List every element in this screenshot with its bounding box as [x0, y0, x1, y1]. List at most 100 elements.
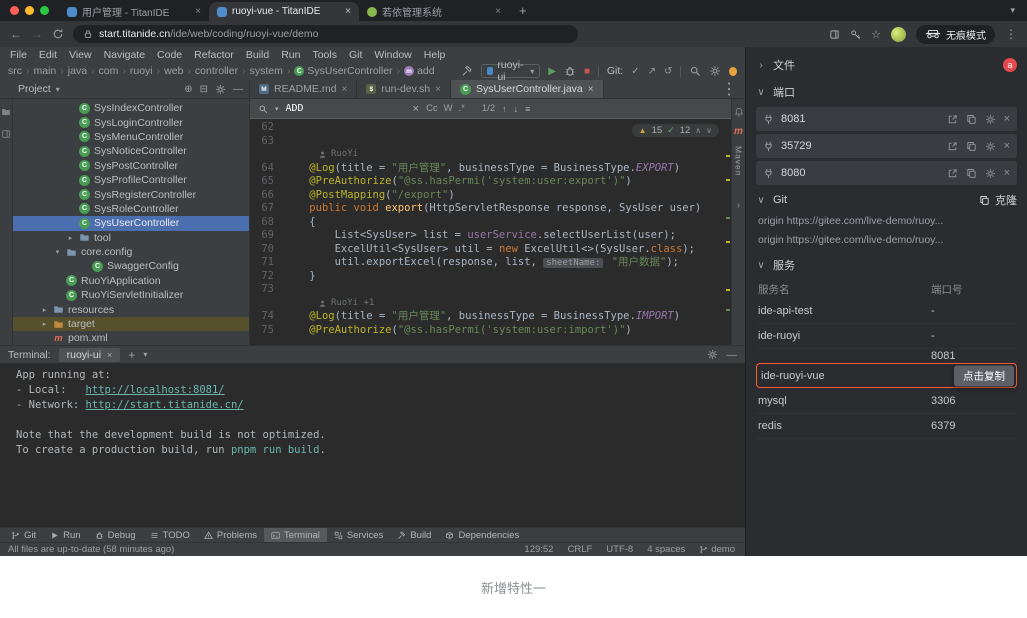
port-settings-icon[interactable]	[985, 168, 996, 179]
maven-tool-label[interactable]: Maven	[734, 146, 744, 177]
project-tree-item[interactable]: CRuoYiApplication	[13, 274, 249, 288]
close-tab-icon[interactable]: ×	[345, 6, 351, 17]
menu-item[interactable]: Build	[240, 49, 275, 61]
project-tree-item[interactable]: CSysRegisterController	[13, 187, 249, 201]
encoding[interactable]: UTF-8	[606, 544, 633, 555]
tool-button-terminal[interactable]: Terminal	[264, 528, 327, 542]
menu-item[interactable]: Navigate	[98, 49, 151, 61]
password-key-icon[interactable]	[850, 29, 861, 40]
tool-button-problems[interactable]: Problems	[197, 528, 264, 542]
breadcrumb-item[interactable]: system	[250, 65, 283, 77]
copy-port-icon[interactable]	[966, 114, 977, 125]
tool-button-git[interactable]: Git	[4, 528, 43, 542]
tool-button-todo[interactable]: TODO	[143, 528, 197, 542]
services-section-header[interactable]: ∨ 服务	[756, 253, 1017, 277]
hide-panel-icon[interactable]: —	[233, 84, 243, 95]
editor-tab[interactable]: $run-dev.sh×	[357, 80, 451, 98]
breadcrumb-item[interactable]: ruoyi	[130, 65, 153, 77]
menu-item[interactable]: Edit	[33, 49, 63, 61]
browser-tab[interactable]: ruoyi-vue - TitanIDE×	[209, 2, 359, 21]
close-port-icon[interactable]: ×	[1004, 113, 1010, 125]
menu-item[interactable]: Run	[275, 49, 306, 61]
project-tree-item[interactable]: CSysLoginController	[13, 115, 249, 129]
menu-item[interactable]: Refactor	[188, 49, 240, 61]
project-tree-item[interactable]: ▸target	[13, 317, 249, 331]
reload-button[interactable]	[52, 28, 64, 40]
build-icon[interactable]	[461, 65, 473, 77]
breadcrumb-item[interactable]: web	[164, 65, 183, 77]
service-row[interactable]: redis6379	[756, 414, 1017, 439]
git-remote[interactable]: origin https://gitee.com/live-demo/ruoy.…	[756, 231, 1017, 250]
project-tree-item[interactable]: mpom.xml	[13, 331, 249, 345]
close-icon[interactable]: ×	[413, 103, 419, 115]
chevron-down-icon[interactable]: ∨	[706, 126, 712, 135]
breadcrumb-item[interactable]: CSysUserController	[294, 65, 392, 77]
debug-button[interactable]	[564, 65, 576, 77]
tab-search-icon[interactable]: ▾	[998, 5, 1027, 16]
chevron-down-icon[interactable]: ▾	[143, 350, 147, 359]
find-input[interactable]: ADD	[286, 103, 406, 114]
tool-button-debug[interactable]: Debug	[88, 528, 143, 542]
project-tree-item[interactable]: CSysMenuController	[13, 130, 249, 144]
menu-item[interactable]: View	[63, 49, 98, 61]
copy-port-icon[interactable]	[966, 168, 977, 179]
find-toggle[interactable]: .*	[459, 103, 465, 114]
breadcrumb-item[interactable]: com	[99, 65, 119, 77]
notifications-icon[interactable]	[734, 107, 744, 117]
editor-tab[interactable]: CSysUserController.java×	[451, 80, 604, 98]
caret-position[interactable]: 129:52	[524, 544, 553, 555]
bookmark-star-icon[interactable]: ☆	[871, 28, 881, 41]
maven-icon[interactable]: m	[734, 126, 743, 137]
service-row-highlighted[interactable]: ide-ruoyi-vue点击复制	[756, 363, 1017, 388]
open-port-icon[interactable]	[947, 114, 958, 125]
project-tree-item[interactable]: ▸resources	[13, 302, 249, 316]
breadcrumb-item[interactable]: main	[34, 65, 57, 77]
find-toggle[interactable]: Cc	[426, 103, 438, 114]
close-port-icon[interactable]: ×	[1004, 140, 1010, 152]
inspections-widget[interactable]: ▲ 15 ✓ 12 ∧ ∨	[632, 124, 719, 137]
project-tree-item[interactable]: CSysRoleController	[13, 202, 249, 216]
port-row[interactable]: 8080×	[756, 161, 1017, 185]
filter-icon[interactable]: ≡	[525, 104, 530, 114]
notification-dot[interactable]	[729, 67, 737, 76]
collapse-arrow-icon[interactable]: ›	[737, 200, 740, 210]
zoom-window-button[interactable]	[40, 6, 49, 15]
clone-button[interactable]: 克隆	[979, 192, 1017, 208]
tool-button-services[interactable]: Services	[327, 528, 390, 542]
back-button[interactable]: ←	[10, 27, 22, 41]
git-remote[interactable]: origin https://gitee.com/live-demo/ruoy.…	[756, 212, 1017, 231]
settings-gear-icon[interactable]	[707, 349, 718, 360]
open-port-icon[interactable]	[947, 168, 958, 179]
project-tree-item[interactable]: CRuoYiServletInitializer	[13, 288, 249, 302]
project-tree-item[interactable]: CSysPostController	[13, 159, 249, 173]
ports-section-header[interactable]: ∨ 端口	[756, 80, 1017, 104]
copy-port-icon[interactable]	[966, 141, 977, 152]
line-ending[interactable]: CRLF	[567, 544, 592, 555]
stop-button[interactable]: ■	[584, 66, 590, 77]
git-section-header[interactable]: ∨ Git 克隆	[756, 188, 1017, 212]
close-tab-icon[interactable]: ×	[195, 6, 201, 17]
url-bar[interactable]: start.titanide.cn/ide/web/coding/ruoyi-v…	[73, 25, 578, 43]
port-row[interactable]: 35729×	[756, 134, 1017, 158]
breadcrumb-item[interactable]: madd	[404, 65, 435, 77]
port-row[interactable]: 8081×	[756, 107, 1017, 131]
structure-tool-icon[interactable]	[1, 129, 11, 139]
close-window-button[interactable]	[10, 6, 19, 15]
menu-item[interactable]: Help	[418, 49, 452, 61]
chevron-down-icon[interactable]: ▾	[275, 105, 279, 113]
breadcrumb-item[interactable]: controller	[195, 65, 238, 77]
run-button[interactable]: ▶	[548, 66, 556, 77]
service-row[interactable]: ide-ruoyi-	[756, 324, 1017, 349]
git-update-button[interactable]: ↺	[664, 66, 672, 77]
close-tab-icon[interactable]: ×	[588, 84, 594, 95]
close-tab-icon[interactable]: ×	[341, 84, 347, 95]
project-tree-item[interactable]: ▸tool	[13, 231, 249, 245]
run-config-select[interactable]: ruoyi-ui ▾	[481, 64, 541, 78]
search-icon[interactable]	[689, 65, 701, 77]
browser-tab[interactable]: 若依管理系统×	[359, 2, 509, 21]
open-port-icon[interactable]	[947, 141, 958, 152]
browser-menu-button[interactable]: ⋮	[1005, 27, 1017, 41]
locate-icon[interactable]: ⊕	[184, 84, 192, 95]
project-panel-header[interactable]: Project ▾ ⊕ ⊟ —	[0, 80, 250, 98]
breadcrumb-item[interactable]: src	[8, 65, 22, 77]
